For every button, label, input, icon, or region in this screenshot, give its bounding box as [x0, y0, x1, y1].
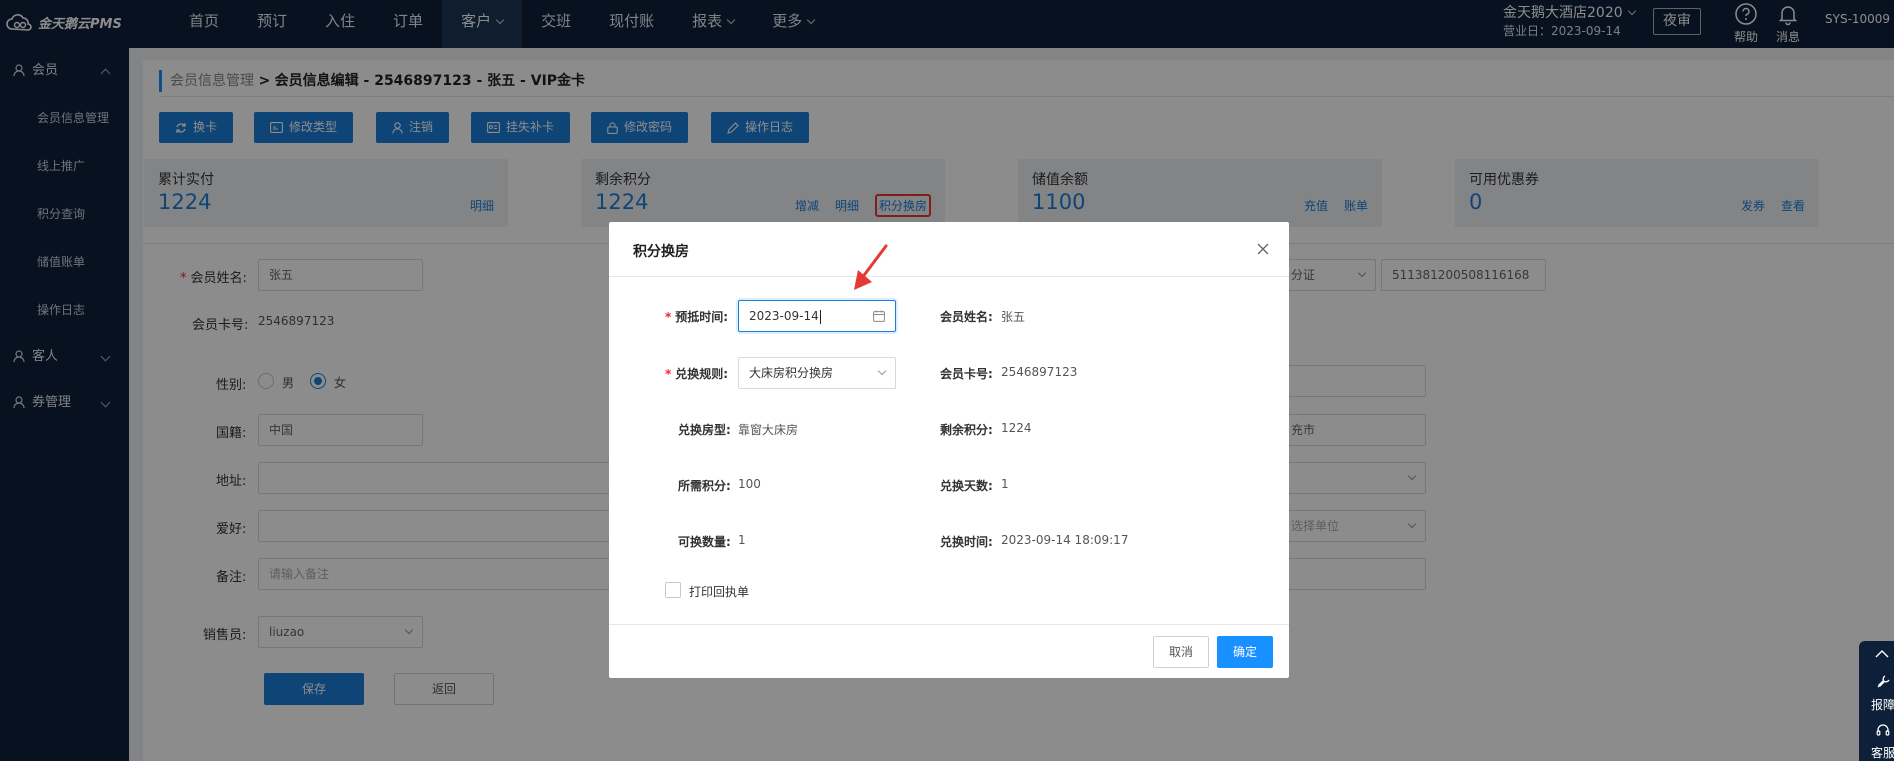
exchange-days-label: 兑换天数: [940, 479, 993, 493]
points-needed-value: 100 [738, 477, 761, 491]
arrival-date-value: 2023-09-14 [749, 309, 819, 323]
chevron-down-icon [877, 366, 887, 376]
exchange-rule-label: * 兑换规则: [665, 367, 729, 381]
room-type-value: 靠窗大床房 [738, 423, 799, 437]
print-receipt-checkbox[interactable] [665, 582, 681, 598]
wrench-icon [1877, 675, 1890, 688]
modal-header: 积分换房 [609, 222, 1289, 277]
exchange-rule-select[interactable]: 大床房积分换房 [738, 357, 896, 389]
modal-cancel-button[interactable]: 取消 [1153, 636, 1209, 668]
chevron-up-icon[interactable] [1875, 649, 1889, 658]
member-card-label: 会员卡号: [940, 367, 993, 381]
exchange-days-value: 1 [1001, 477, 1009, 491]
close-icon[interactable] [1256, 242, 1270, 256]
exchange-time-value: 2023-09-14 18:09:17 [1001, 533, 1129, 547]
arrival-date-input[interactable]: 2023-09-14 [738, 300, 896, 332]
modal-title: 积分换房 [633, 244, 689, 260]
report-issue-button[interactable]: 报障 [1871, 696, 1894, 713]
print-receipt-label: 打印回执单 [689, 585, 750, 599]
floating-toolbar: 报障 客服 [1859, 641, 1894, 761]
headset-icon [1876, 724, 1890, 736]
customer-service-button[interactable]: 客服 [1871, 744, 1894, 761]
text-cursor [819, 309, 821, 324]
exchange-count-label: 可换数量: [678, 535, 731, 549]
member-name-label: 会员姓名: [940, 310, 993, 324]
points-needed-label: 所需积分: [678, 479, 731, 493]
calendar-icon [873, 310, 885, 322]
room-type-label: 兑换房型: [678, 423, 731, 437]
member-name-value: 张五 [1001, 310, 1026, 324]
remaining-points-label: 剩余积分: [940, 423, 993, 437]
arrival-date-label: * 预抵时间: [665, 310, 729, 324]
member-card-value: 2546897123 [1001, 365, 1078, 379]
exchange-time-label: 兑换时间: [940, 535, 993, 549]
modal-footer-divider [609, 624, 1289, 625]
annotation-arrow-icon [854, 244, 888, 290]
modal-confirm-button[interactable]: 确定 [1217, 636, 1273, 668]
exchange-rule-value: 大床房积分换房 [749, 366, 834, 380]
remaining-points-value: 1224 [1001, 421, 1032, 435]
points-exchange-modal: 积分换房 * 预抵时间: 2023-09-14 * 兑换规则: 大床房积分换房 兑换… [609, 222, 1289, 678]
exchange-count-value: 1 [738, 533, 746, 547]
